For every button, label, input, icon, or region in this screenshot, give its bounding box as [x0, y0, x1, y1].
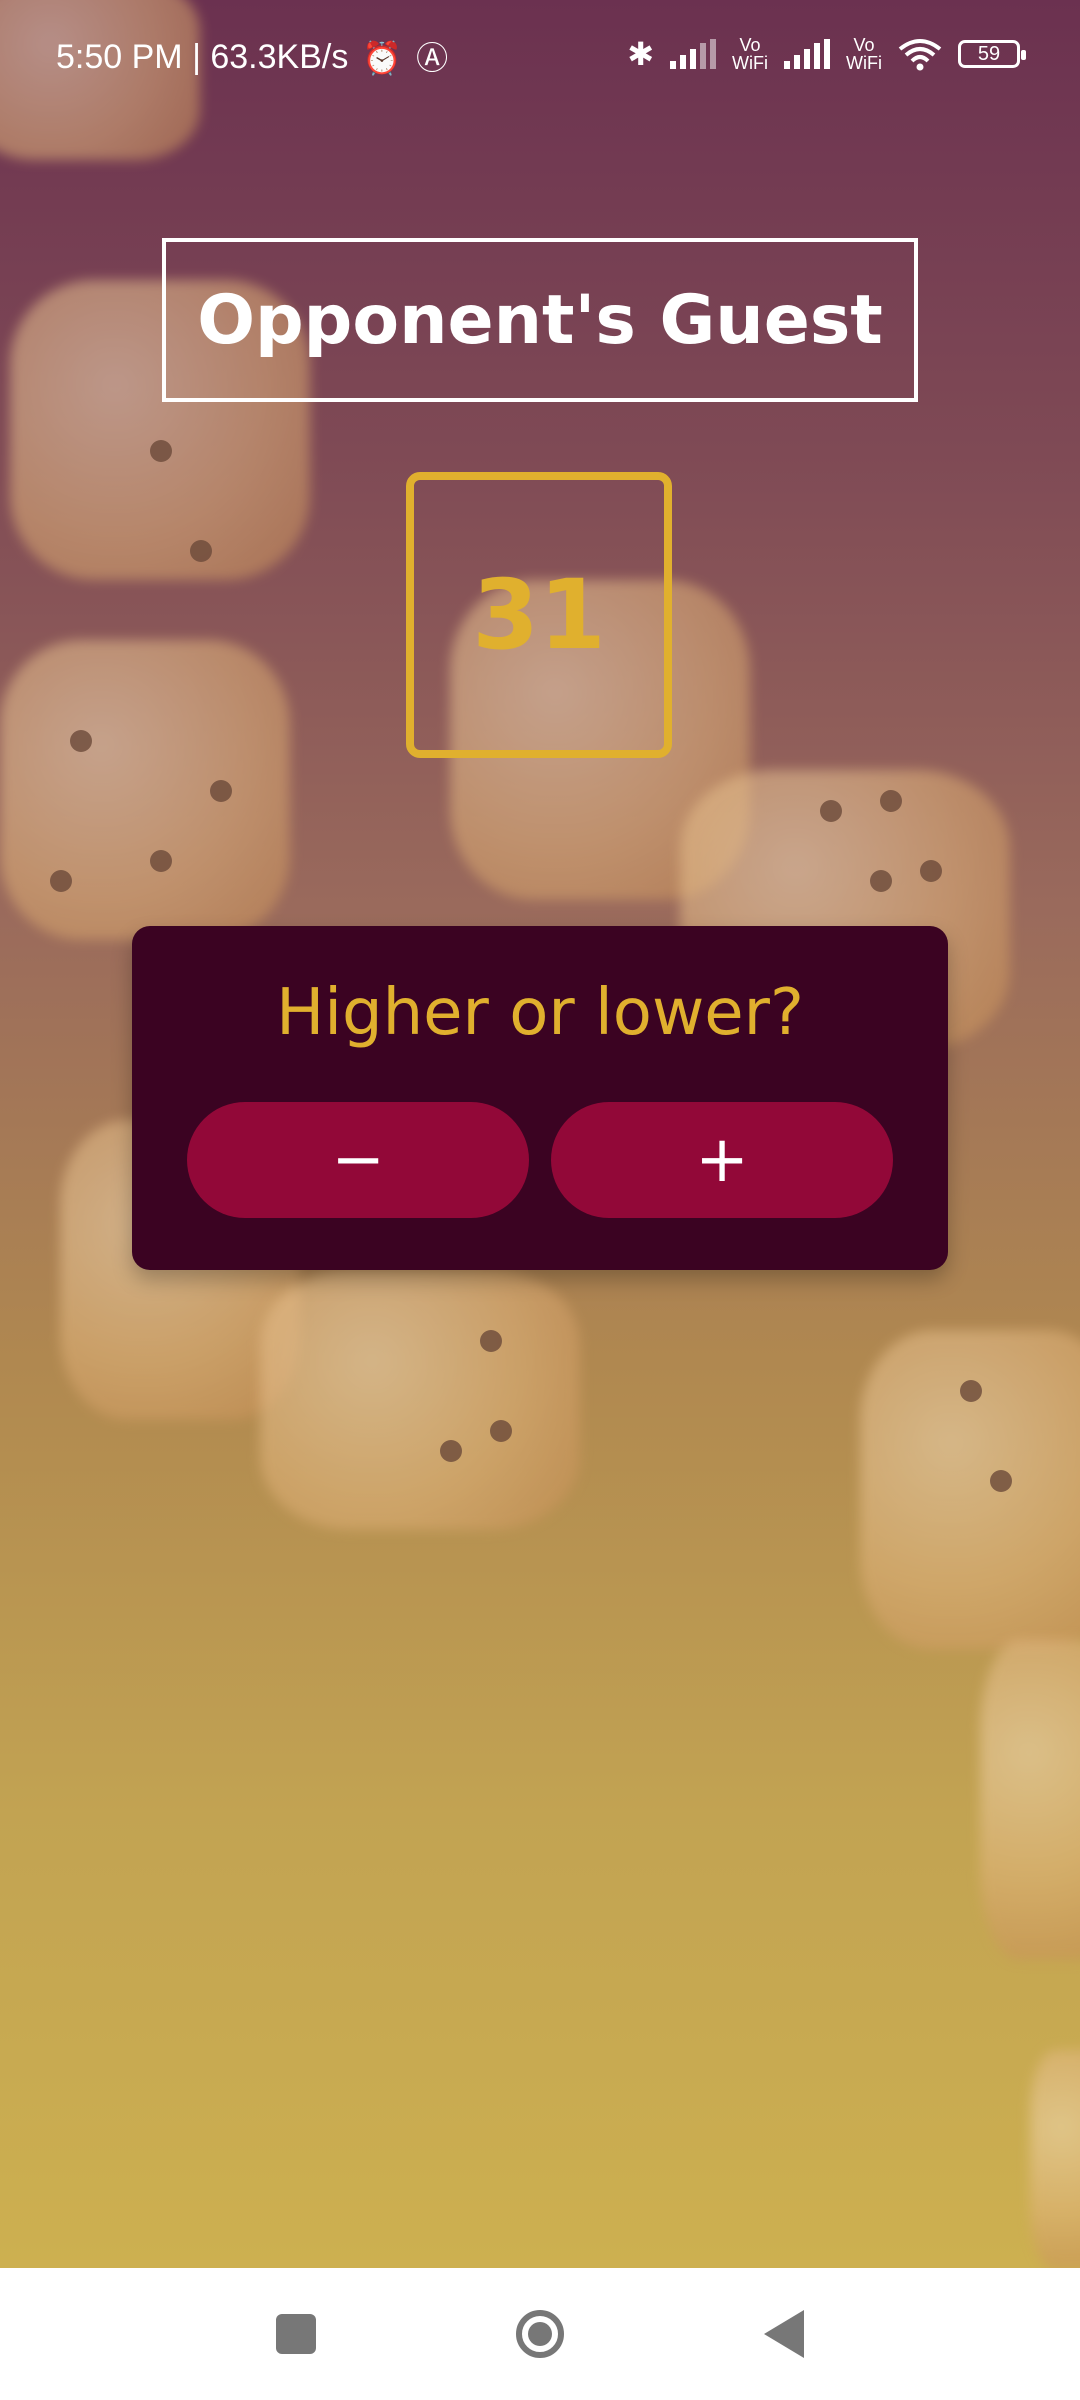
navigation-bar — [0, 2268, 1080, 2400]
guess-panel: Higher or lower? − + — [132, 926, 948, 1270]
triangle-back-icon — [764, 2310, 804, 2358]
plus-icon: + — [695, 1123, 749, 1197]
battery-icon: 59 — [958, 40, 1026, 68]
higher-button[interactable]: + — [551, 1102, 893, 1218]
screen: 5:50 PM | 63.3KB/s ⏰ Ⓐ ✱ Vo WiFi Vo WiFi 5… — [0, 0, 1080, 2400]
vowifi-icon: Vo WiFi — [732, 35, 769, 73]
bluetooth-icon: ✱ — [627, 36, 655, 72]
wifi-icon — [898, 39, 942, 71]
current-number-card: 31 — [406, 472, 672, 758]
status-right: ✱ Vo WiFi Vo WiFi 59 — [627, 35, 1026, 73]
player-name-title: Opponent's Guest — [162, 238, 918, 402]
alarm-icon: ⏰ — [362, 39, 403, 76]
signal-icon — [784, 39, 831, 69]
lower-button[interactable]: − — [187, 1102, 529, 1218]
question-text: Higher or lower? — [276, 976, 804, 1050]
player-name-text: Opponent's Guest — [197, 280, 883, 360]
signal-icon — [670, 39, 717, 69]
current-number: 31 — [472, 559, 606, 671]
minus-icon: − — [331, 1123, 385, 1197]
app-icon: Ⓐ — [416, 39, 449, 76]
status-left: 5:50 PM | 63.3KB/s ⏰ Ⓐ — [56, 38, 448, 77]
back-button[interactable] — [714, 2268, 854, 2400]
recent-apps-button[interactable] — [226, 2268, 366, 2400]
battery-level: 59 — [977, 42, 1001, 65]
circle-icon — [516, 2310, 564, 2358]
home-button[interactable] — [470, 2268, 610, 2400]
vowifi-icon: Vo WiFi — [846, 35, 882, 73]
square-icon — [276, 2314, 316, 2354]
time-and-speed: 5:50 PM | 63.3KB/s — [56, 38, 349, 76]
status-bar: 5:50 PM | 63.3KB/s ⏰ Ⓐ ✱ Vo WiFi Vo WiFi 5… — [0, 0, 1080, 120]
